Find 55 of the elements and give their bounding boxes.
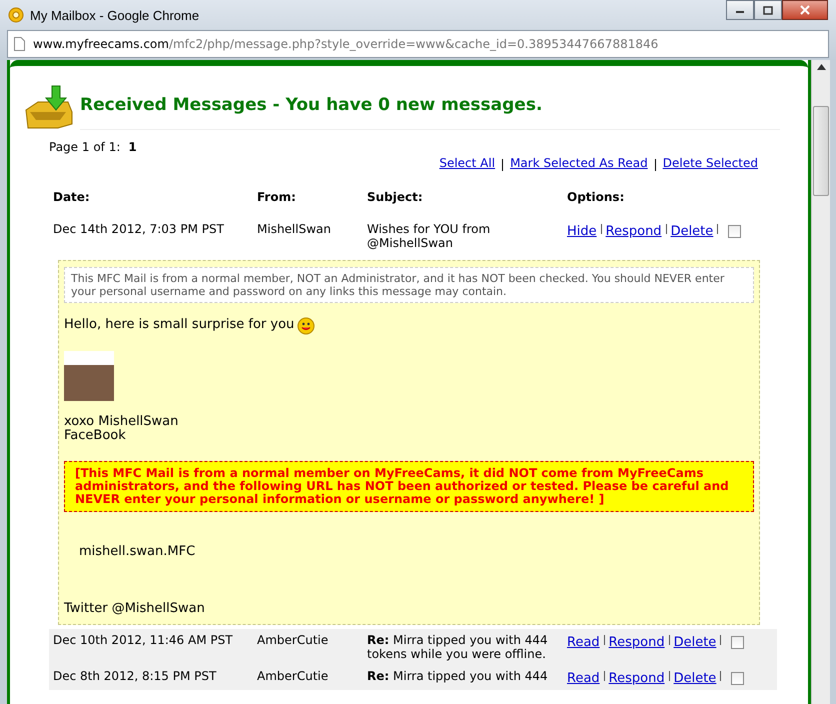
select-checkbox[interactable] xyxy=(731,672,744,685)
message-action-link[interactable]: Respond xyxy=(606,224,662,239)
message-action-link[interactable]: Respond xyxy=(608,635,665,650)
url-warning: [This MFC Mail is from a normal member on MyFreeCams, it did NOT come from MyFreeCams administrators, and the following URL has NOT been authorized or tested. Please be careful and NEVER enter your personal information or username or password anywhere! ] xyxy=(64,461,754,512)
message-sender: MishellSwan xyxy=(257,222,332,238)
column-header: Subject: xyxy=(367,190,424,204)
safety-notice: This MFC Mail is from a normal member, NOT an Administrator, and it has NOT been checked. You should NEVER enter your personal username and password on any links this message may contain. xyxy=(64,267,754,303)
page-number[interactable]: 1 xyxy=(128,140,137,154)
message-date: Dec 8th 2012, 8:15 PM PST xyxy=(53,669,218,685)
close-icon xyxy=(800,5,810,15)
minimize-button[interactable] xyxy=(726,0,754,20)
message-text: FaceBook xyxy=(64,429,127,443)
smiley-icon xyxy=(297,317,316,335)
message-action-link[interactable]: Read xyxy=(567,635,600,650)
address-bar[interactable]: www.myfreecams.com/mfc2/php/message.php?style_override=www&cache_id=0.38953447667881846 xyxy=(7,30,829,58)
page-heading: Received Messages - You have 0 new messages. xyxy=(80,95,780,130)
message-action-link[interactable]: Delete xyxy=(674,671,716,686)
page-indicator: Page 1 of 1: xyxy=(49,140,120,154)
message-action-link[interactable]: Delete xyxy=(674,635,716,650)
browser-logo-icon xyxy=(8,7,24,23)
maximize-button[interactable] xyxy=(754,0,782,20)
photo-placeholder xyxy=(64,351,114,401)
message-row[interactable]: Dec 10th 2012, 11:46 AM PST AmberCutie Re: Mirra tipped you with 444 tokens while you were offline. Read Respond Delete xyxy=(49,629,777,665)
column-header: From: xyxy=(257,190,297,204)
select-checkbox[interactable] xyxy=(728,225,742,238)
message-row[interactable]: Dec 8th 2012, 8:15 PM PST AmberCutie Re: Mirra tipped you with 444 Read Respond Delete xyxy=(49,665,777,690)
message-date: Dec 10th 2012, 11:46 AM PST xyxy=(53,633,234,649)
message-action-link[interactable]: Delete xyxy=(670,224,714,239)
message-date: Dec 14th 2012, 7:03 PM PST xyxy=(53,222,225,238)
message-action-link[interactable]: Respond xyxy=(608,671,665,686)
page-url: www.myfreecams.com/mfc2/php/message.php?style_override=www&cache_id=0.38953447667881846 xyxy=(33,37,658,51)
message-text: Hello, here is small surprise for you xyxy=(64,317,294,332)
window-title: My Mailbox - Google Chrome xyxy=(30,8,200,22)
message-text: Twitter @MishellSwan xyxy=(64,601,206,616)
message-action-link[interactable]: Read xyxy=(567,671,600,686)
message-subject: Wishes for YOU from @MishellSwan xyxy=(367,222,492,250)
column-header: Date: xyxy=(53,190,91,204)
message-action-link[interactable]: Hide xyxy=(567,224,597,239)
message-subject: Re: Mirra tipped you with 444 xyxy=(367,669,549,685)
select-checkbox[interactable] xyxy=(731,636,744,649)
message-subject: Re: Mirra tipped you with 444 tokens while you were offline. xyxy=(367,633,549,661)
column-header: Options: xyxy=(567,190,626,204)
message-row[interactable]: Dec 14th 2012, 7:03 PM PST MishellSwan Wishes for YOU from @MishellSwan Hide Respond Delete xyxy=(49,214,777,258)
message-text: xoxo MishellSwan xyxy=(64,415,180,429)
close-button[interactable] xyxy=(782,0,828,20)
bulk-action-link[interactable]: Select All xyxy=(439,156,496,171)
message-sender: AmberCutie xyxy=(257,633,330,649)
maximize-icon xyxy=(763,6,773,14)
message-sender: AmberCutie xyxy=(257,669,330,685)
bulk-action-link[interactable]: Delete Selected xyxy=(662,156,758,171)
bulk-action-link[interactable]: Mark Selected As Read xyxy=(510,156,648,171)
message-text: mishell.swan.MFC xyxy=(79,544,196,559)
page-icon xyxy=(14,37,25,51)
scroll-up-icon[interactable] xyxy=(816,64,826,70)
scrollbar-thumb[interactable] xyxy=(813,106,829,196)
